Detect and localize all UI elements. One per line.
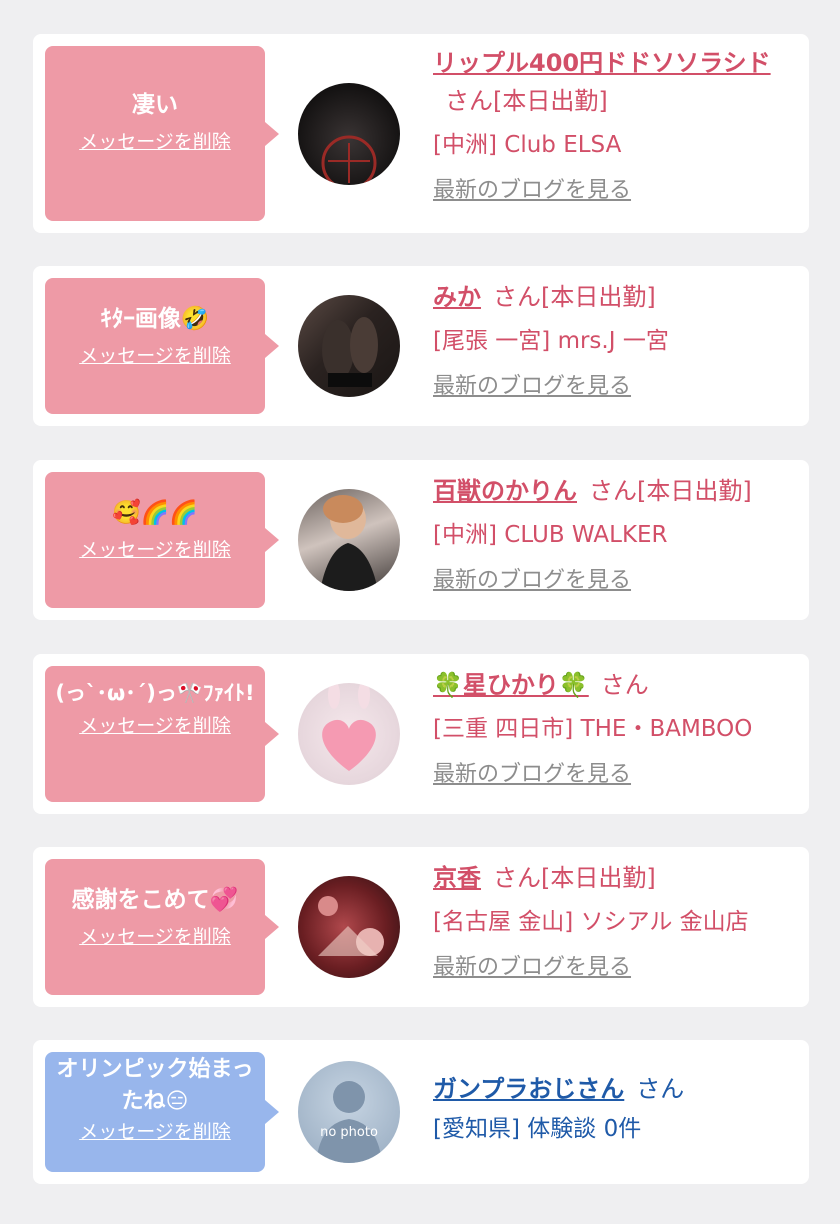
message-bubble: 凄い メッセージを削除 [45, 46, 279, 221]
message-list: 凄い メッセージを削除 リップル400円ドドソソラシドさん[本日出勤] [中洲]… [0, 0, 840, 1224]
profile-name-link[interactable]: 京香 [433, 864, 481, 892]
profile-name-link[interactable]: リップル400円ドドソソラシド [433, 49, 771, 77]
message-bubble: ｷﾀｰ画像🤣 メッセージを削除 [45, 278, 279, 414]
name-line: リップル400円ドドソソラシドさん[本日出勤] [433, 44, 803, 120]
message-bubble: 🥰🌈🌈 メッセージを削除 [45, 472, 279, 608]
name-line: みか さん[本日出勤] [433, 278, 803, 316]
avatar[interactable] [298, 683, 400, 785]
latest-blog-link[interactable]: 最新のブログを見る [433, 372, 631, 402]
profile-info: リップル400円ドドソソラシドさん[本日出勤] [中洲] Club ELSA 最… [433, 44, 803, 206]
heart-icon [322, 683, 376, 771]
avatar[interactable] [298, 876, 400, 978]
honorific: さん [589, 477, 637, 505]
work-status: [本日出勤] [541, 864, 656, 892]
profile-name-link[interactable]: ガンプラおじさん [433, 1075, 624, 1103]
delete-message-link[interactable]: メッセージを削除 [79, 344, 231, 368]
profile-info: ガンプラおじさん さん [愛知県] 体験談 0件 [433, 1070, 803, 1146]
message-bubble: (っ`･ω･´)っ🎌ﾌｧｲﾄ! メッセージを削除 [45, 666, 279, 802]
delete-message-link[interactable]: メッセージを削除 [79, 538, 231, 562]
shop-name: [名古屋 金山] ソシアル 金山店 [433, 909, 749, 935]
profile-info: 百獣のかりん さん[本日出勤] [中洲] CLUB WALKER 最新のブログを見… [433, 472, 803, 596]
profile-info: 京香 さん[本日出勤] [名古屋 金山] ソシアル 金山店 最新のブログを見る [433, 859, 803, 983]
honorific: さん [493, 864, 541, 892]
honorific: さん [493, 283, 541, 311]
message-text: ｷﾀｰ画像🤣 [100, 306, 210, 332]
profile-name-link[interactable]: 🍀星ひかり🍀 [433, 671, 589, 699]
message-text: (っ`･ω･´)っ🎌ﾌｧｲﾄ! [55, 681, 255, 705]
honorific: さん [600, 671, 649, 699]
honorific: さん [445, 87, 493, 115]
avatar[interactable] [298, 295, 400, 397]
avatar[interactable]: no photo [298, 1061, 400, 1163]
message-card: ｷﾀｰ画像🤣 メッセージを削除 みか さん[本日出勤] [尾張 一宮] mrs.J… [33, 266, 809, 426]
message-card: 🥰🌈🌈 メッセージを削除 百獣のかりん さん[本日出勤] [中洲] CLUB WA… [33, 460, 809, 620]
no-photo-silhouette-icon [316, 1081, 382, 1163]
message-text: 🥰🌈🌈 [112, 500, 198, 526]
shop-name: [三重 四日市] THE・BAMBOO [433, 716, 753, 742]
avatar[interactable] [298, 83, 400, 185]
work-status: [本日出勤] [493, 87, 608, 115]
honorific: さん [636, 1075, 685, 1103]
shop-name: [中洲] CLUB WALKER [433, 522, 668, 548]
photo-placeholder-icon [318, 896, 384, 956]
shop-name: [中洲] Club ELSA [433, 132, 622, 158]
latest-blog-link[interactable]: 最新のブログを見る [433, 176, 631, 206]
message-card: 感謝をこめて💞 メッセージを削除 京香 さん[本日出勤] [名古屋 金山] ソシア… [33, 847, 809, 1007]
name-line: 🍀星ひかり🍀 さん [433, 666, 803, 704]
delete-message-link[interactable]: メッセージを削除 [79, 1120, 231, 1144]
latest-blog-link[interactable]: 最新のブログを見る [433, 566, 631, 596]
photo-placeholder-icon [322, 317, 378, 387]
latest-blog-link[interactable]: 最新のブログを見る [433, 953, 631, 983]
latest-blog-link[interactable]: 最新のブログを見る [433, 760, 631, 790]
message-text: 感謝をこめて💞 [71, 887, 239, 913]
no-photo-label: no photo [320, 1125, 378, 1140]
avatar[interactable] [298, 489, 400, 591]
delete-message-link[interactable]: メッセージを削除 [79, 925, 231, 949]
profile-name-link[interactable]: みか [433, 283, 481, 311]
shop-name: [愛知県] 体験談 0件 [433, 1116, 642, 1142]
profile-name-link[interactable]: 百獣のかりん [433, 477, 577, 505]
delete-message-link[interactable]: メッセージを削除 [79, 130, 231, 154]
message-text: 凄い [132, 92, 178, 118]
message-card: (っ`･ω･´)っ🎌ﾌｧｲﾄ! メッセージを削除 🍀星ひかり🍀 さん [三重 四日… [33, 654, 809, 814]
shop-name: [尾張 一宮] mrs.J 一宮 [433, 328, 669, 354]
name-line: ガンプラおじさん さん [433, 1070, 803, 1108]
message-bubble: 感謝をこめて💞 メッセージを削除 [45, 859, 279, 995]
profile-info: みか さん[本日出勤] [尾張 一宮] mrs.J 一宮 最新のブログを見る [433, 278, 803, 402]
work-status: [本日出勤] [541, 283, 656, 311]
name-line: 百獣のかりん さん[本日出勤] [433, 472, 803, 510]
delete-message-link[interactable]: メッセージを削除 [79, 714, 231, 738]
message-bubble: オリンピック始まったね😑 メッセージを削除 [45, 1052, 279, 1172]
profile-info: 🍀星ひかり🍀 さん [三重 四日市] THE・BAMBOO 最新のブログを見る [433, 666, 803, 790]
message-card: オリンピック始まったね😑 メッセージを削除 no photo ガンプラおじさんさ… [33, 1040, 809, 1184]
work-status: [本日出勤] [637, 477, 752, 505]
message-card: 凄い メッセージを削除 リップル400円ドドソソラシドさん[本日出勤] [中洲]… [33, 34, 809, 233]
photo-placeholder-icon [320, 495, 378, 591]
secret-stamp-icon [321, 135, 377, 185]
name-line: 京香 さん[本日出勤] [433, 859, 803, 897]
message-text: オリンピック始まったね😑 [56, 1057, 254, 1114]
